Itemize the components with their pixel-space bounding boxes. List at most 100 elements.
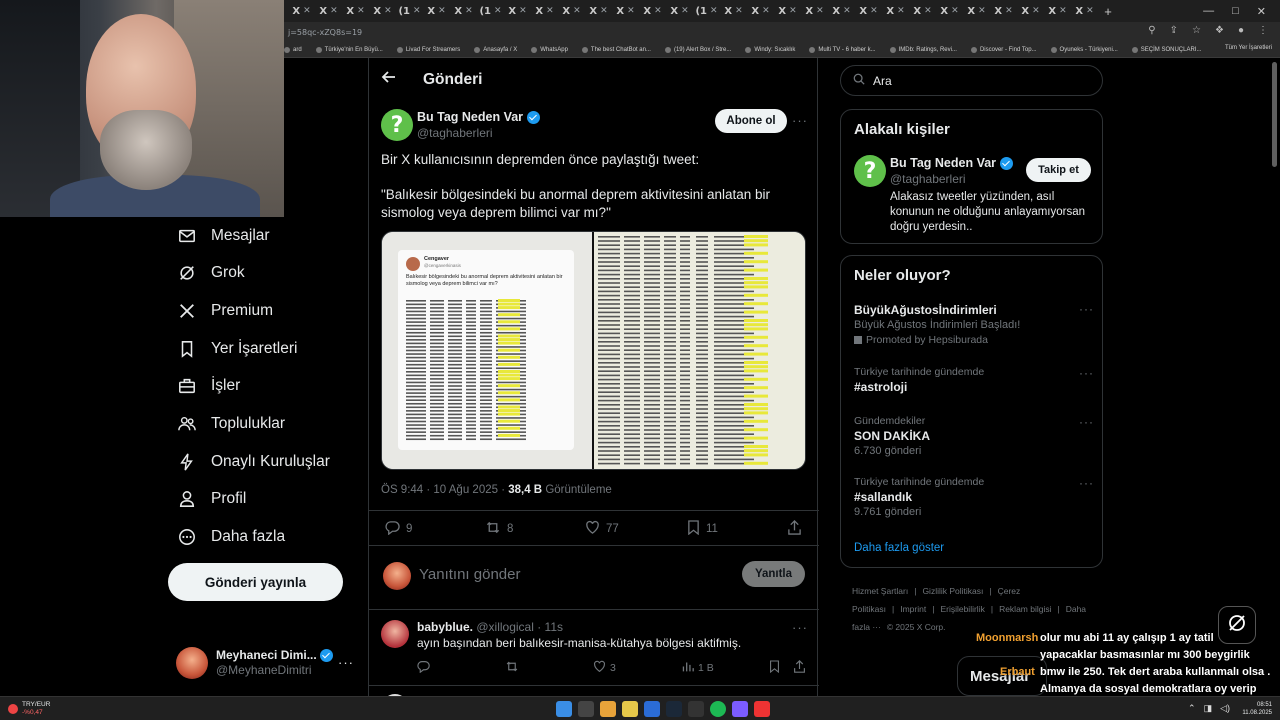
volume-icon[interactable]: ◁) [1220,703,1230,714]
sidebar-item-topluluklar[interactable]: Topluluklar [178,409,285,439]
browser-tab[interactable]: X ✕ [369,0,396,22]
author-avatar[interactable]: ? [381,109,413,141]
browser-tab[interactable]: X ✕ [720,0,747,22]
browser-tab[interactable]: (1 ✕ [396,0,423,22]
tab-close-icon[interactable]: ✕ [627,6,635,16]
chevron-up-icon[interactable]: ⌃ [1188,703,1196,714]
tab-close-icon[interactable]: ✕ [330,6,338,16]
more-dots-icon[interactable]: ··· [338,655,354,670]
sidebar-item-i-şler[interactable]: İşler [178,371,240,401]
file-explorer-icon[interactable] [622,701,638,717]
obs-icon[interactable] [754,701,770,717]
browser-tab[interactable]: X ✕ [315,0,342,22]
browser-tab[interactable]: X ✕ [1044,0,1071,22]
network-icon[interactable]: ◨ [1204,703,1213,714]
scrollbar[interactable] [1272,62,1277,167]
spotify-icon[interactable] [710,701,726,717]
more-dots-icon[interactable]: ··· [1079,302,1094,316]
footer-link[interactable]: Erişilebilirlik [940,604,984,614]
browser-tab[interactable]: X ✕ [639,0,666,22]
url-text[interactable]: j=58qc-xZQ8s=19 [288,28,362,37]
star-icon[interactable]: ☆ [1192,25,1201,36]
windows-start-icon[interactable] [556,701,572,717]
footer-link[interactable]: Gizlilik Politikası [922,586,983,596]
sidebar-item-mesajlar[interactable]: Mesajlar [178,221,270,251]
browser-tab[interactable]: (1 ✕ [693,0,720,22]
bookmark-item[interactable]: IMDb: Ratings, Revi... [889,46,957,53]
bookmark-action[interactable]: 11 [687,520,718,538]
trend-item[interactable]: Gündemdekiler SON DAKİKA 6.730 gönderi ··· [854,415,1094,459]
reply-author-name[interactable]: babyblue. [417,620,473,634]
browser-tab[interactable]: X ✕ [990,0,1017,22]
sidebar-item-onaylı-kuruluşlar[interactable]: Onaylı Kuruluşlar [178,447,330,477]
bookmark-item[interactable]: The best ChatBot an... [581,46,651,53]
back-arrow-icon[interactable] [381,69,397,90]
profile-icon[interactable]: ● [1238,25,1244,36]
reply-button[interactable]: Yanıtla [742,561,805,587]
author-handle[interactable]: @taghaberleri [417,126,493,140]
more-dots-icon[interactable]: ··· [1079,415,1094,429]
extension-icon[interactable]: ❖ [1215,25,1224,36]
store-icon[interactable] [644,701,660,717]
bookmark-item[interactable]: (19) Alert Box / Stre... [664,46,731,53]
reply-views-action[interactable]: 1 B [681,660,714,676]
tab-close-icon[interactable]: ✕ [870,6,878,16]
tab-close-icon[interactable]: ✕ [897,6,905,16]
post-button[interactable]: Gönderi yayınla [168,563,343,601]
footer-link[interactable]: Hizmet Şartları [852,586,908,596]
subscribe-button[interactable]: Abone ol [715,109,787,133]
reply-share-action[interactable] [793,660,806,676]
browser-tab[interactable]: X ✕ [612,0,639,22]
bookmark-item[interactable]: Multi TV - 6 haber k... [809,46,876,53]
trend-item[interactable]: BüyükAğustosİndirimleri Büyük Ağustos İnd… [854,302,1094,348]
maximize-icon[interactable]: □ [1232,5,1239,17]
reply-input[interactable]: Yanıtını gönder [419,566,520,583]
browser-tab[interactable]: X ✕ [801,0,828,22]
tab-close-icon[interactable]: ✕ [1086,6,1094,16]
like-action[interactable]: 77 [585,520,619,538]
tweet-time[interactable]: ÖS 9:44 · 10 Ağu 2025 · [381,484,508,496]
tab-close-icon[interactable]: ✕ [546,6,554,16]
account-switcher[interactable]: Meyhaneci Dimi... @MeyhaneDimitri ··· [176,645,356,681]
tab-close-icon[interactable]: ✕ [654,6,662,16]
tab-close-icon[interactable]: ✕ [816,6,824,16]
browser-tab[interactable]: X ✕ [288,0,315,22]
browser-tab[interactable]: X ✕ [855,0,882,22]
new-tab-icon[interactable]: + [1098,4,1118,19]
reply-action[interactable]: 9 [385,520,412,538]
author-name[interactable]: Bu Tag Neden Var [417,110,523,124]
sidebar-item-daha-fazla[interactable]: Daha fazla [178,522,285,552]
search-input[interactable]: Ara [840,65,1103,96]
tab-close-icon[interactable]: ✕ [519,6,527,16]
steam-icon[interactable] [666,701,682,717]
reply-bookmark-action[interactable] [769,660,780,676]
related-handle[interactable]: @taghaberleri [890,172,966,186]
related-avatar[interactable]: ? [854,155,886,187]
browser-tab[interactable]: X ✕ [828,0,855,22]
chrome-icon[interactable] [600,701,616,717]
tab-close-icon[interactable]: ✕ [438,6,446,16]
browser-tab[interactable]: (1 ✕ [477,0,504,22]
tab-close-icon[interactable]: ✕ [1059,6,1067,16]
all-bookmarks[interactable]: Tüm Yer İşaretleri [1225,45,1272,51]
browser-tab[interactable]: X ✕ [342,0,369,22]
close-icon[interactable]: ✕ [1257,5,1266,18]
tab-close-icon[interactable]: ✕ [924,6,932,16]
bookmark-item[interactable]: WhatsApp [531,46,568,53]
tab-close-icon[interactable]: ✕ [978,6,986,16]
retweet-action[interactable]: 8 [485,520,513,538]
bookmark-item[interactable]: Anasayfa / X [474,46,517,53]
tab-close-icon[interactable]: ✕ [681,6,689,16]
browser-tab[interactable]: X ✕ [963,0,990,22]
browser-tab[interactable]: X ✕ [423,0,450,22]
browser-tab[interactable]: X ✕ [666,0,693,22]
tab-close-icon[interactable]: ✕ [357,6,365,16]
avatar[interactable] [381,620,409,648]
bookmark-item[interactable]: Türkiye'nin En Büyü... [315,46,383,53]
sidebar-item-grok[interactable]: Grok [178,258,245,288]
browser-tab[interactable]: X ✕ [558,0,585,22]
app-icon[interactable] [688,701,704,717]
tab-close-icon[interactable]: ✕ [465,6,473,16]
tab-close-icon[interactable]: ✕ [494,6,502,16]
tab-close-icon[interactable]: ✕ [762,6,770,16]
